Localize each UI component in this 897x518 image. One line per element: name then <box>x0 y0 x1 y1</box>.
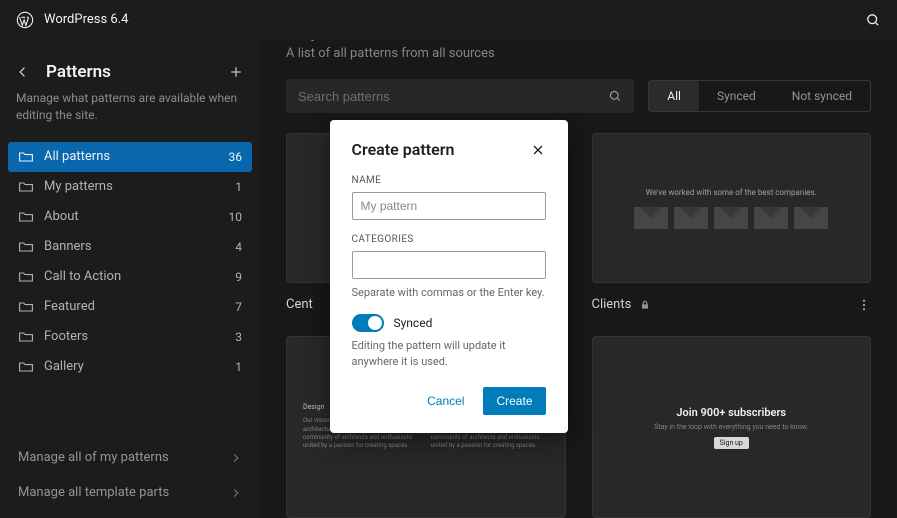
create-button[interactable]: Create <box>483 387 545 415</box>
categories-help-text: Separate with commas or the Enter key. <box>352 285 546 300</box>
pattern-categories-input[interactable] <box>352 251 546 279</box>
synced-toggle[interactable] <box>352 314 384 332</box>
pattern-name-input[interactable] <box>352 192 546 220</box>
synced-help-text: Editing the pattern will update it anywh… <box>352 338 546 369</box>
cancel-button[interactable]: Cancel <box>414 387 477 415</box>
create-pattern-modal: Create pattern NAME CATEGORIES Separate … <box>330 120 568 433</box>
close-icon[interactable] <box>530 142 546 158</box>
modal-overlay: Create pattern NAME CATEGORIES Separate … <box>0 0 897 518</box>
field-label-name: NAME <box>352 175 546 186</box>
field-label-categories: CATEGORIES <box>352 234 546 245</box>
synced-toggle-label: Synced <box>394 316 433 330</box>
modal-title: Create pattern <box>352 140 530 159</box>
